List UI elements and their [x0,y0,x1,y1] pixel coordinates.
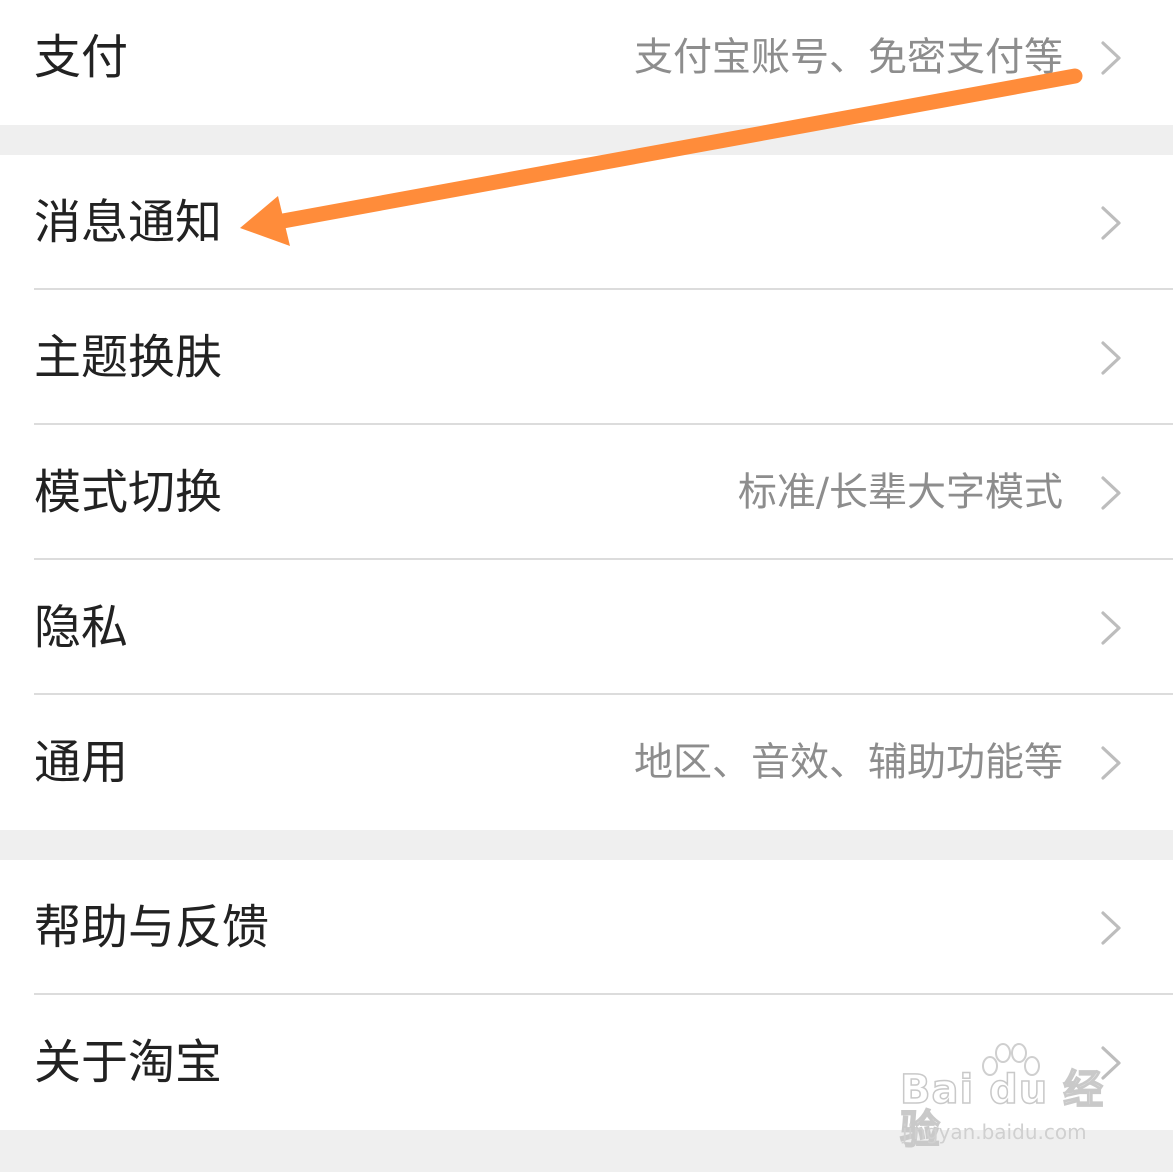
settings-group-support: 帮助与反馈 关于淘宝 [0,860,1173,1130]
settings-page: 支付 支付宝账号、免密支付等 消息通知 主题换肤 模式切换 标准/长辈大字模式 … [0,0,1173,1172]
chevron-right-icon [1101,340,1121,375]
settings-item-help-feedback[interactable]: 帮助与反馈 [0,860,1173,995]
settings-item-about-taobao[interactable]: 关于淘宝 [0,995,1173,1130]
chevron-right-icon [1101,475,1121,510]
settings-item-general[interactable]: 通用 地区、音效、辅助功能等 [0,695,1173,830]
settings-item-label: 模式切换 [34,465,222,520]
settings-item-label: 支付 [34,30,128,85]
settings-item-label: 通用 [34,735,128,790]
settings-item-label: 主题换肤 [34,330,222,385]
settings-item-value: 支付宝账号、免密支付等 [633,35,1063,80]
settings-item-theme[interactable]: 主题换肤 [0,290,1173,425]
chevron-right-icon [1101,745,1121,780]
chevron-right-icon [1101,205,1121,240]
chevron-right-icon [1101,910,1121,945]
settings-group-payment: 支付 支付宝账号、免密支付等 [0,0,1173,125]
settings-group-main: 消息通知 主题换肤 模式切换 标准/长辈大字模式 隐私 通用 地区、音效、辅助功… [0,155,1173,830]
settings-item-label: 帮助与反馈 [34,900,269,955]
settings-item-label: 关于淘宝 [34,1035,222,1090]
chevron-right-icon [1101,1045,1121,1080]
settings-item-value: 地区、音效、辅助功能等 [633,740,1063,785]
chevron-right-icon [1101,610,1121,645]
settings-item-mode-switch[interactable]: 模式切换 标准/长辈大字模式 [0,425,1173,560]
settings-item-value: 标准/长辈大字模式 [737,470,1063,515]
chevron-right-icon [1101,40,1121,75]
settings-item-label: 隐私 [34,600,128,655]
settings-item-label: 消息通知 [34,195,222,250]
settings-item-notifications[interactable]: 消息通知 [0,155,1173,290]
settings-item-payment[interactable]: 支付 支付宝账号、免密支付等 [0,0,1173,125]
settings-item-privacy[interactable]: 隐私 [0,560,1173,695]
